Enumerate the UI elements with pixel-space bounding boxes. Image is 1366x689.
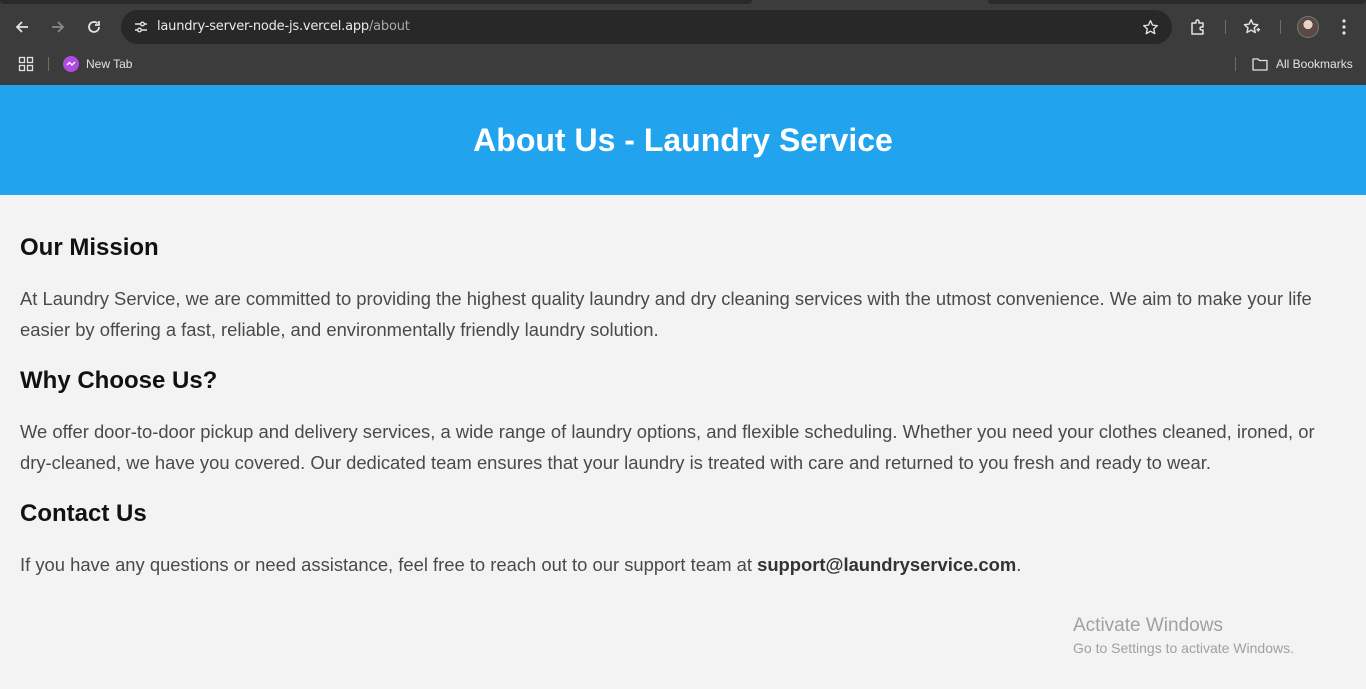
bookmarks-button[interactable] <box>1241 16 1263 38</box>
section-text: At Laundry Service, we are committed to … <box>20 288 1312 340</box>
star-icon <box>1142 19 1158 34</box>
back-arrow-icon <box>15 21 28 33</box>
why-choose-us-section: Why Choose Us? We offer door-to-door pic… <box>20 365 1346 478</box>
tab-strip-edge <box>0 0 752 4</box>
page-title: About Us - Laundry Service <box>473 121 893 158</box>
back-button[interactable] <box>7 12 37 42</box>
bookmarks-divider <box>48 57 49 71</box>
mission-section: Our Mission At Laundry Service, we are c… <box>20 232 1346 345</box>
main-content: Our Mission At Laundry Service, we are c… <box>20 232 1346 601</box>
reload-button[interactable] <box>79 12 109 42</box>
all-bookmarks-label: All Bookmarks <box>1276 57 1353 71</box>
page-header: About Us - Laundry Service <box>0 85 1366 195</box>
activate-windows-watermark: Activate Windows Go to Settings to activ… <box>1073 614 1294 658</box>
more-vert-icon <box>1342 19 1346 35</box>
bookmark-new-tab-label: New Tab <box>86 57 133 71</box>
url-path: /about <box>368 19 410 34</box>
url-host: laundry-server-node-js.vercel.app <box>157 19 369 34</box>
profile-avatar[interactable] <box>1297 16 1319 38</box>
url-text[interactable]: laundry-server-node-js.vercel.app/about <box>157 19 410 34</box>
bookmarks-bar: New Tab All Bookmarks <box>0 48 1366 80</box>
extensions-icon <box>1191 19 1204 35</box>
watermark-subtitle: Go to Settings to activate Windows. <box>1073 640 1294 656</box>
new-tab-favicon-icon <box>63 56 79 72</box>
folder-icon <box>1252 58 1268 71</box>
address-bar[interactable]: laundry-server-node-js.vercel.app/about <box>121 10 1172 44</box>
toolbar-divider <box>1280 20 1281 34</box>
toolbar: laundry-server-node-js.vercel.app/about <box>0 8 1366 46</box>
forward-button[interactable] <box>43 12 73 42</box>
site-info-icon <box>135 21 147 33</box>
contact-text: If you have any questions or need assist… <box>20 554 758 575</box>
contact-text-end: . <box>1016 554 1022 575</box>
all-bookmarks-button[interactable]: All Bookmarks <box>1252 54 1353 74</box>
forward-arrow-icon <box>52 21 65 33</box>
site-info-button[interactable] <box>129 15 153 39</box>
bookmarks-star-icon <box>1243 19 1261 34</box>
section-text: If you have any questions or need assist… <box>20 550 1346 581</box>
browser-chrome: laundry-server-node-js.vercel.app/about … <box>0 0 1366 85</box>
reload-icon <box>88 21 100 33</box>
toolbar-divider <box>1225 20 1226 34</box>
section-text: We offer door-to-door pickup and deliver… <box>20 421 1315 473</box>
bookmarks-divider <box>1235 57 1236 71</box>
menu-button[interactable] <box>1333 16 1355 38</box>
tab-strip-edge <box>988 0 1366 4</box>
apps-button[interactable] <box>18 54 34 74</box>
support-email: support@laundryservice.com <box>757 554 1017 575</box>
contact-section: Contact Us If you have any questions or … <box>20 498 1346 581</box>
section-heading: Why Choose Us? <box>20 367 218 394</box>
section-heading: Contact Us <box>20 500 147 527</box>
extensions-button[interactable] <box>1187 16 1209 38</box>
bookmark-star-button[interactable] <box>1138 15 1162 39</box>
bookmark-new-tab[interactable]: New Tab <box>63 54 132 74</box>
section-heading: Our Mission <box>20 234 159 261</box>
watermark-title: Activate Windows <box>1073 615 1223 636</box>
apps-grid-icon <box>18 56 34 72</box>
